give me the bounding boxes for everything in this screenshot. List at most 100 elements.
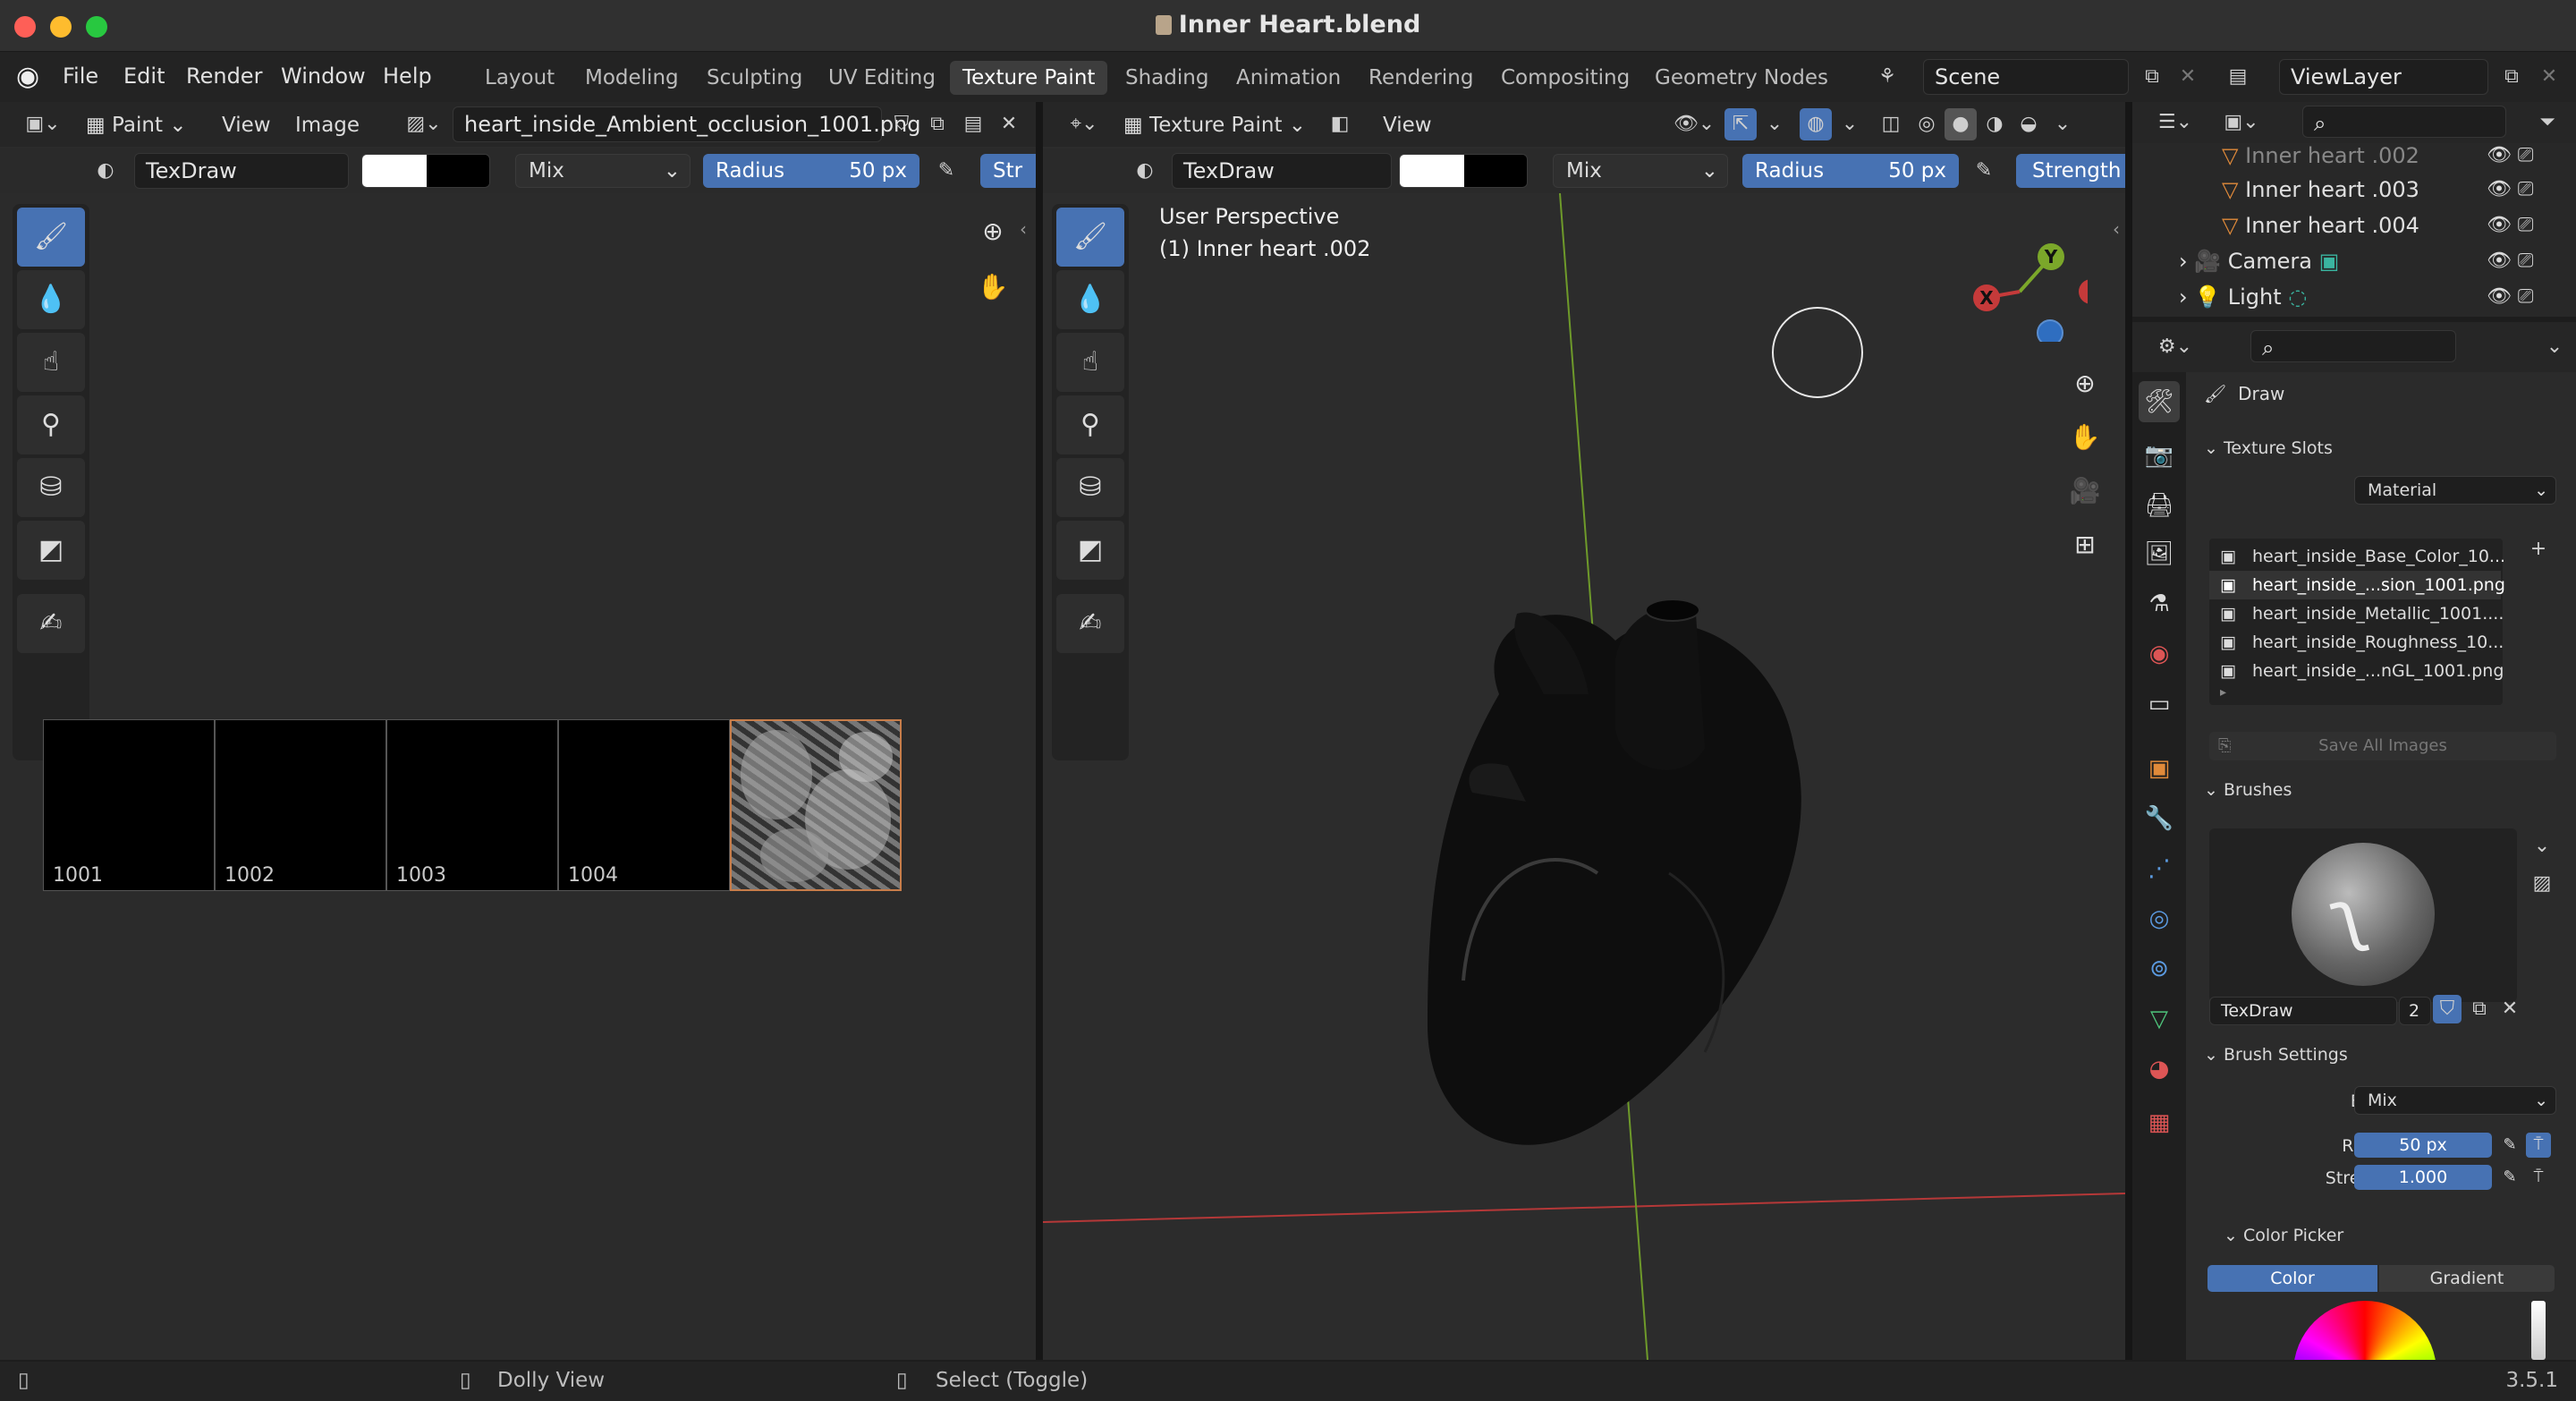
wireframe-shading-icon[interactable]: ◎ — [1911, 108, 1943, 140]
list-item-selected[interactable]: ▣ heart_inside_...sion_1001.png — [2209, 571, 2505, 599]
gizmo-y-axis[interactable]: Y — [2038, 243, 2064, 270]
fake-user-shield-icon[interactable]: ⛉ — [2433, 995, 2462, 1023]
soften-tool-icon[interactable]: 💧 — [17, 270, 85, 329]
shading-dropdown-icon[interactable]: ⌄ — [2046, 108, 2079, 140]
menu-help[interactable]: Help — [372, 59, 443, 93]
image-browse-icon[interactable]: ▨⌄ — [399, 108, 449, 140]
open-image-icon[interactable]: ▤ — [957, 108, 989, 140]
visibility-toggles[interactable]: 👁 ⎚ — [2487, 279, 2558, 315]
image-name-field[interactable]: heart_inside_Ambient_occlusion_1001.png — [453, 106, 921, 142]
color-swatches[interactable] — [1399, 154, 1528, 188]
collection-tab-icon[interactable]: ▭ — [2139, 684, 2180, 725]
secondary-color-swatch[interactable] — [1464, 155, 1527, 187]
outliner-row[interactable]: › 🎥 Camera ▣ — [2179, 243, 2519, 279]
soften-tool-icon[interactable]: 💧 — [1056, 270, 1124, 329]
image-editor-menu-image[interactable]: Image — [295, 109, 360, 141]
clone-tool-icon[interactable]: ⚲ — [1056, 395, 1124, 454]
solid-shading-icon[interactable]: ● — [1945, 108, 1977, 140]
color-picker-panel-header[interactable]: ⌄ Color Picker — [2224, 1226, 2343, 1245]
fill-tool-icon[interactable]: ⛁ — [17, 458, 85, 517]
pressure-icon[interactable]: ✎ — [1968, 155, 2000, 187]
blender-logo-icon[interactable]: ◉ — [16, 61, 39, 92]
smear-tool-icon[interactable]: ☝ — [1056, 333, 1124, 392]
annotate-tool-icon[interactable]: ✍ — [1056, 594, 1124, 653]
blend-dropdown[interactable]: Mix ⌄ — [515, 154, 691, 188]
scene-icon[interactable]: ⚘ — [1871, 61, 1903, 93]
color-wheel[interactable] — [2293, 1301, 2436, 1360]
value-slider[interactable] — [2531, 1301, 2546, 1360]
editor-type-icon[interactable]: ⌖⌄ — [1059, 108, 1109, 140]
tab-compositing[interactable]: Compositing — [1488, 61, 1642, 95]
tab-animation[interactable]: Animation — [1224, 61, 1353, 95]
sidebar-toggle-icon[interactable]: ‹ — [2113, 218, 2120, 240]
list-expand-icon[interactable]: ▸ — [2220, 685, 2226, 700]
gradient-tab[interactable]: Gradient — [2379, 1265, 2555, 1292]
primary-color-swatch[interactable] — [362, 155, 427, 187]
unlink-image-icon[interactable]: ✕ — [993, 108, 1025, 140]
unified-radius-icon[interactable]: ⍑ — [2526, 1133, 2551, 1158]
add-texture-slot-icon[interactable]: + — [2522, 533, 2555, 565]
delete-view-layer-icon[interactable]: ✕ — [2533, 61, 2565, 93]
outliner-search-input[interactable]: ⌕ — [2302, 106, 2506, 138]
blend-dropdown[interactable]: Mix ⌄ — [1553, 154, 1728, 188]
brushes-panel-header[interactable]: ⌄ Brushes — [2204, 780, 2292, 800]
material-shading-icon[interactable]: ◑ — [1979, 108, 2011, 140]
properties-options-icon[interactable]: ⌄ — [2538, 331, 2571, 363]
radius-slider[interactable]: Radius 50 px — [703, 154, 919, 188]
delete-scene-icon[interactable]: ✕ — [2172, 61, 2204, 93]
zoom-icon[interactable]: ⊕ — [2063, 361, 2107, 406]
strength-slider[interactable]: Strength — [2016, 154, 2125, 188]
brush-name-field[interactable]: TexDraw — [2209, 997, 2397, 1025]
filter-icon[interactable]: ⏷ — [2531, 106, 2563, 139]
brush-image-icon[interactable]: ▨ — [2526, 868, 2558, 900]
brush-preview-icon[interactable]: ◐ — [1129, 155, 1161, 187]
rendered-shading-icon[interactable]: ◒ — [2012, 108, 2045, 140]
draw-tool-icon[interactable]: 🖌 — [1056, 208, 1124, 267]
view-layer-icon[interactable]: ▤ — [2222, 61, 2254, 93]
gizmo-x-axis[interactable]: X — [1973, 284, 2000, 311]
smear-tool-icon[interactable]: ☝ — [17, 333, 85, 392]
unlink-brush-icon[interactable]: ✕ — [2496, 995, 2524, 1023]
brush-list-dropdown-icon[interactable]: ⌄ — [2526, 830, 2558, 862]
strength-slider[interactable]: 1.000 — [2354, 1165, 2492, 1190]
tab-texture-paint[interactable]: Texture Paint — [950, 61, 1108, 95]
view-layer-selector[interactable]: ViewLayer — [2279, 59, 2488, 95]
gizmo-dropdown-icon[interactable]: ⌄ — [1758, 108, 1791, 140]
pressure-icon[interactable]: ✎ — [2497, 1133, 2522, 1158]
texture-mode-dropdown[interactable]: Material ⌄ — [2354, 476, 2556, 505]
outliner-row[interactable]: › 💡 Light ◌ — [2179, 279, 2519, 315]
scene-tab-icon[interactable]: ⚗ — [2139, 583, 2180, 624]
save-all-images-button[interactable]: ⎘ Save All Images — [2209, 732, 2556, 760]
mask-tool-icon[interactable]: ◩ — [17, 521, 85, 580]
list-item[interactable]: ▣ heart_inside_Roughness_10... — [2209, 628, 2504, 657]
viewport-menu-view[interactable]: View — [1383, 109, 1432, 141]
physics-tab-icon[interactable]: ◎ — [2139, 898, 2180, 939]
pan-hand-icon[interactable]: ✋ — [2063, 415, 2107, 460]
draw-tool-icon[interactable]: 🖌 — [17, 208, 85, 267]
new-scene-icon[interactable]: ⧉ — [2136, 61, 2168, 93]
paint-mask-icon[interactable]: ◧ — [1324, 108, 1356, 140]
menu-window[interactable]: Window — [270, 59, 377, 93]
pressure-icon[interactable]: ✎ — [2497, 1165, 2522, 1190]
render-tab-icon[interactable]: 📷 — [2139, 435, 2180, 476]
fill-tool-icon[interactable]: ⛁ — [1056, 458, 1124, 517]
visibility-toggles[interactable]: 👁 ⎚ — [2487, 172, 2558, 208]
properties-search-input[interactable]: ⌕ — [2250, 330, 2456, 362]
strength-slider[interactable]: Str — [980, 154, 1036, 188]
list-item[interactable]: ▣ heart_inside_...nGL_1001.png — [2209, 657, 2504, 685]
ortho-grid-icon[interactable]: ⊞ — [2063, 522, 2107, 567]
scene-selector[interactable]: Scene — [1923, 59, 2129, 95]
tab-geometry-nodes[interactable]: Geometry Nodes — [1642, 61, 1841, 95]
brush-name-field[interactable]: TexDraw — [134, 153, 349, 189]
overlays-dropdown-icon[interactable]: ⌄ — [1834, 108, 1866, 140]
tab-rendering[interactable]: Rendering — [1356, 61, 1486, 95]
menu-edit[interactable]: Edit — [113, 59, 175, 93]
world-tab-icon[interactable]: ◉ — [2139, 633, 2180, 675]
tab-sculpting[interactable]: Sculpting — [694, 61, 815, 95]
tool-tab-icon[interactable]: 🛠 — [2139, 381, 2180, 422]
camera-view-icon[interactable]: 🎥 — [2063, 469, 2107, 514]
tab-modeling[interactable]: Modeling — [572, 61, 691, 95]
menu-render[interactable]: Render — [175, 59, 273, 93]
brush-settings-panel-header[interactable]: ⌄ Brush Settings — [2204, 1045, 2348, 1065]
texture-slots-panel-header[interactable]: ⌄ Texture Slots — [2204, 438, 2333, 458]
